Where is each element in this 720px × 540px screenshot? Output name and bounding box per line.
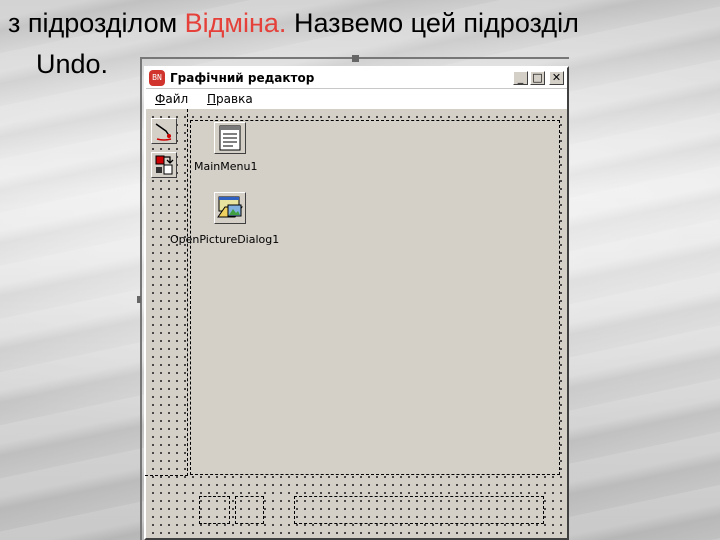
slide-text-line-2: Undo.	[36, 49, 109, 79]
pen-tool-button[interactable]	[151, 118, 177, 144]
menu-edit-accel: П	[207, 92, 217, 106]
open-picture-dialog-component[interactable]	[214, 192, 246, 224]
form-client-area[interactable]: MainMenu1 OpenPictureDialog1	[145, 109, 567, 538]
menu-file-rest: айл	[165, 92, 189, 106]
fill-tool-button[interactable]	[151, 152, 177, 178]
main-menu-label: MainMenu1	[194, 160, 258, 173]
slide-text-line-1: з підрозділом Відміна. Назвемо цей підро…	[8, 10, 579, 37]
maximize-button[interactable]: □	[530, 71, 545, 85]
slide-text-start: з підрозділом	[8, 8, 185, 38]
fill-tool-icon	[155, 155, 174, 175]
status-panel-1	[199, 496, 230, 524]
open-picture-dialog-label: OpenPictureDialog1	[170, 233, 280, 246]
selection-handle-top[interactable]	[352, 55, 359, 62]
form-window: BN Графічний редактор _ □ ✕ Файл Правка	[144, 66, 569, 540]
menu-bar: Файл Правка	[146, 89, 567, 109]
slide-text-highlight: Відміна.	[184, 8, 287, 38]
open-picture-dialog-icon	[217, 196, 243, 218]
canvas-panel[interactable]	[190, 120, 560, 475]
menu-edit[interactable]: Правка	[207, 92, 253, 106]
minimize-button[interactable]: _	[513, 71, 528, 85]
title-bar[interactable]: BN Графічний редактор _ □ ✕	[146, 68, 567, 89]
selection-handle-left[interactable]	[137, 296, 141, 303]
menu-edit-rest: равка	[216, 92, 253, 106]
window-title: Графічний редактор	[170, 71, 315, 85]
main-menu-component-icon	[219, 125, 241, 151]
menu-file[interactable]: Файл	[155, 92, 188, 106]
status-panel-2	[235, 496, 264, 524]
app-icon[interactable]: BN	[149, 70, 165, 86]
slide-text-end: Назвемо цей підрозділ	[286, 8, 579, 38]
close-button[interactable]: ✕	[549, 71, 564, 85]
status-panel-3	[294, 496, 544, 524]
main-menu-component[interactable]	[214, 122, 246, 154]
menu-file-accel: Ф	[155, 92, 166, 106]
pen-tool-icon	[155, 123, 172, 141]
